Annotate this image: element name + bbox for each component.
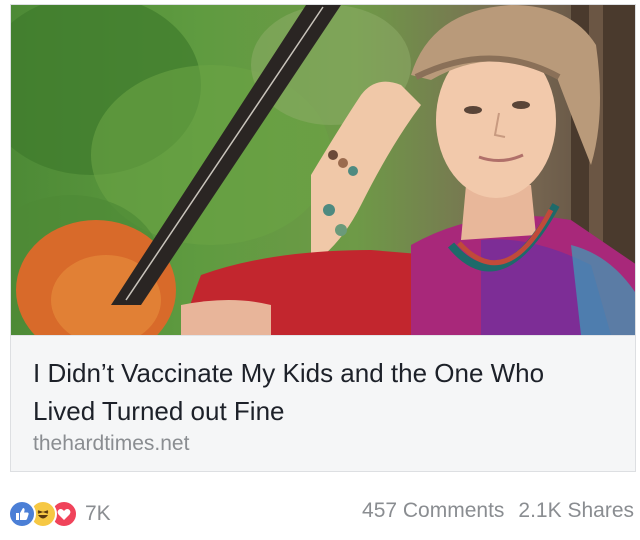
article-headline[interactable]: I Didn’t Vaccinate My Kids and the One W… (33, 354, 613, 430)
shares-count[interactable]: 2.1K Shares (518, 499, 634, 523)
comments-count[interactable]: 457 Comments (362, 499, 504, 523)
post-stats: 457 Comments 2.1K Shares (362, 499, 634, 523)
article-photo-illustration (11, 5, 635, 335)
article-domain: thehardtimes.net (33, 432, 190, 455)
post-footer: 7K 457 Comments 2.1K Shares (0, 490, 640, 540)
link-caption[interactable]: I Didn’t Vaccinate My Kids and the One W… (11, 335, 635, 471)
link-preview-card[interactable]: I Didn’t Vaccinate My Kids and the One W… (10, 4, 636, 472)
reaction-count[interactable]: 7K (85, 502, 111, 526)
like-icon (8, 500, 36, 528)
article-photo[interactable] (11, 5, 635, 335)
reactions-summary[interactable]: 7K (8, 497, 111, 531)
